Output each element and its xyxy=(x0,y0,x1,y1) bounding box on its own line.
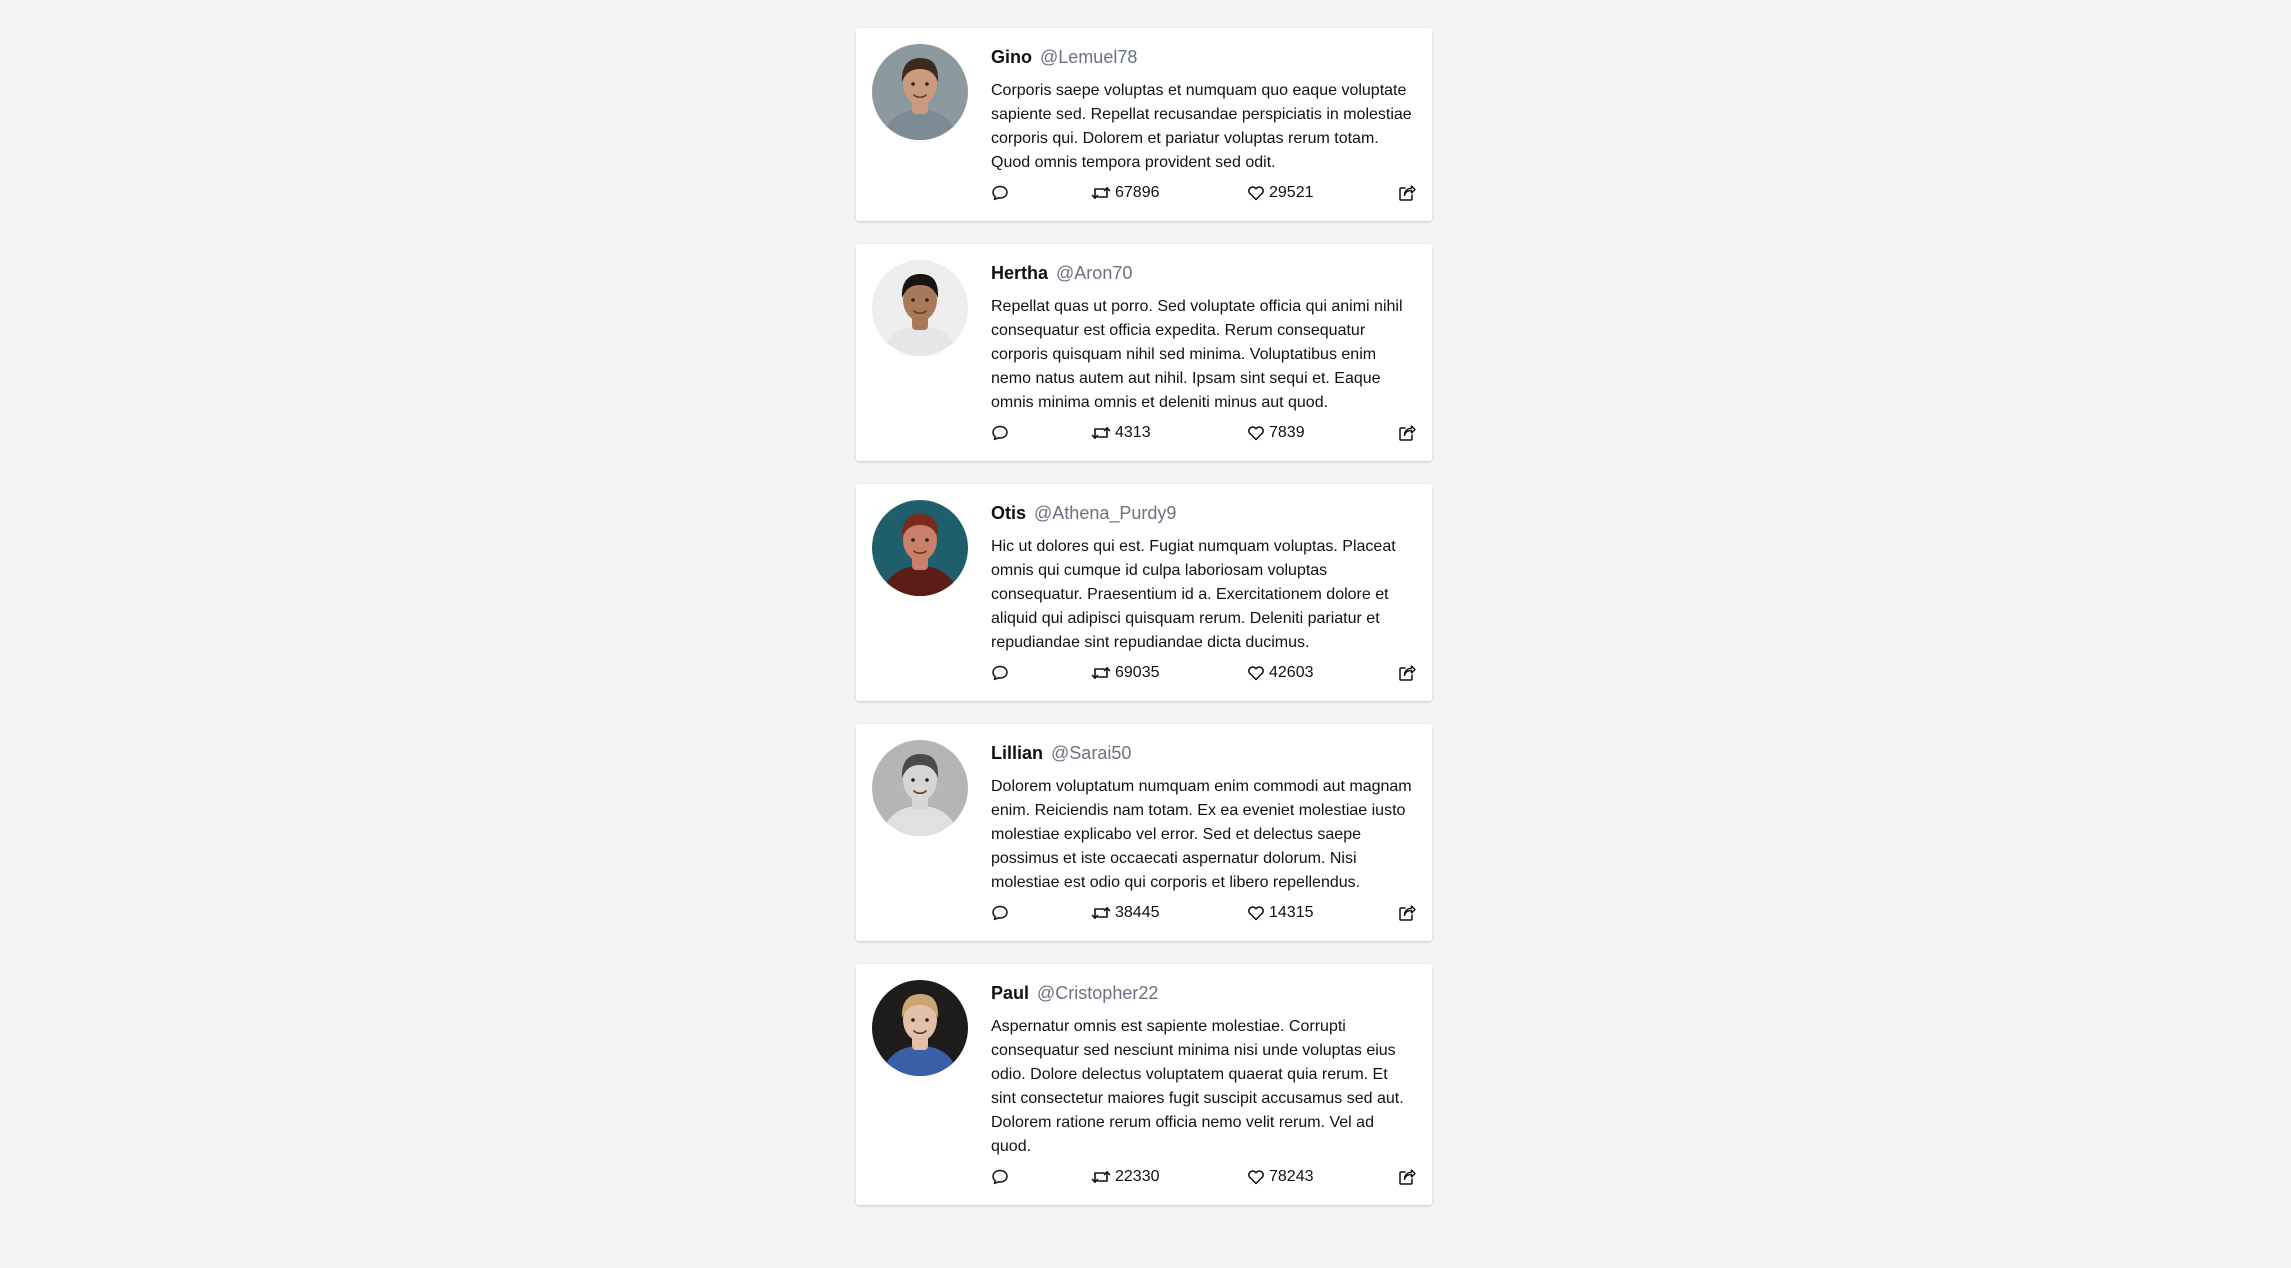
author-name[interactable]: Paul xyxy=(991,983,1029,1003)
retweet-icon xyxy=(1091,667,1111,679)
comment-button[interactable] xyxy=(991,181,1009,205)
retweet-count: 38445 xyxy=(1115,904,1160,921)
tweet-header: Hertha @Aron70 xyxy=(991,261,1416,285)
tweet-header: Otis @Athena_Purdy9 xyxy=(991,501,1416,525)
comment-icon xyxy=(992,665,1008,681)
share-icon xyxy=(1399,425,1416,441)
retweet-button[interactable]: 4313 xyxy=(1091,421,1151,445)
comment-icon xyxy=(992,185,1008,201)
retweet-count: 67896 xyxy=(1115,184,1160,201)
avatar[interactable] xyxy=(872,44,968,140)
retweet-button[interactable]: 38445 xyxy=(1091,901,1160,925)
avatar[interactable] xyxy=(872,980,968,1076)
like-count: 7839 xyxy=(1269,424,1305,441)
tweet-text: Aspernatur omnis est sapiente molestiae.… xyxy=(991,1018,1404,1155)
retweet-icon xyxy=(1091,187,1111,199)
like-button[interactable]: 7839 xyxy=(1247,421,1305,445)
tweet-header: Paul @Cristopher22 xyxy=(991,981,1416,1005)
like-count: 29521 xyxy=(1269,184,1314,201)
tweet-card: Paul @Cristopher22 Aspernatur omnis est … xyxy=(856,964,1432,1205)
author-handle[interactable]: @Lemuel78 xyxy=(1040,47,1137,67)
avatar-image xyxy=(872,44,968,140)
author-handle[interactable]: @Athena_Purdy9 xyxy=(1034,503,1176,523)
comment-button[interactable] xyxy=(991,901,1009,925)
tweet-text: Hic ut dolores qui est. Fugiat numquam v… xyxy=(991,538,1396,651)
heart-icon xyxy=(1248,186,1264,201)
like-button[interactable]: 14315 xyxy=(1247,901,1314,925)
share-icon xyxy=(1399,185,1416,201)
like-button[interactable]: 42603 xyxy=(1247,661,1314,685)
retweet-count: 69035 xyxy=(1115,664,1160,681)
author-handle[interactable]: @Sarai50 xyxy=(1051,743,1131,763)
share-icon xyxy=(1399,665,1416,681)
author-handle[interactable]: @Cristopher22 xyxy=(1037,983,1158,1003)
share-button[interactable] xyxy=(1398,1165,1416,1189)
tweet-text: Dolorem voluptatum numquam enim commodi … xyxy=(991,778,1412,891)
comment-button[interactable] xyxy=(991,661,1009,685)
comment-icon xyxy=(992,1169,1008,1185)
comment-icon xyxy=(992,425,1008,441)
share-button[interactable] xyxy=(1398,181,1416,205)
tweet-feed: Gino @Lemuel78 Corporis saepe voluptas e… xyxy=(856,28,1432,1228)
author-handle[interactable]: @Aron70 xyxy=(1056,263,1132,283)
tweet-card: Gino @Lemuel78 Corporis saepe voluptas e… xyxy=(856,28,1432,221)
heart-icon xyxy=(1248,426,1264,441)
avatar-image xyxy=(872,260,968,356)
retweet-icon xyxy=(1091,1171,1111,1183)
retweet-icon xyxy=(1091,427,1111,439)
avatar[interactable] xyxy=(872,500,968,596)
avatar[interactable] xyxy=(872,740,968,836)
heart-icon xyxy=(1248,666,1264,681)
avatar-image xyxy=(872,980,968,1076)
author-name[interactable]: Lillian xyxy=(991,743,1043,763)
tweet-actions: 69035 42603 xyxy=(991,661,1416,685)
retweet-icon xyxy=(1091,907,1111,919)
tweet-card: Hertha @Aron70 Repellat quas ut porro. S… xyxy=(856,244,1432,461)
share-icon xyxy=(1399,905,1416,921)
avatar-image xyxy=(872,500,968,596)
tweet-header: Lillian @Sarai50 xyxy=(991,741,1416,765)
avatar-image xyxy=(872,740,968,836)
tweet-actions: 22330 78243 xyxy=(991,1165,1416,1189)
tweet-card: Otis @Athena_Purdy9 Hic ut dolores qui e… xyxy=(856,484,1432,701)
tweet-actions: 38445 14315 xyxy=(991,901,1416,925)
like-count: 42603 xyxy=(1269,664,1314,681)
retweet-button[interactable]: 67896 xyxy=(1091,181,1160,205)
comment-icon xyxy=(992,905,1008,921)
heart-icon xyxy=(1248,1170,1264,1185)
tweet-actions: 4313 7839 xyxy=(991,421,1416,445)
author-name[interactable]: Gino xyxy=(991,47,1032,67)
tweet-text: Repellat quas ut porro. Sed voluptate of… xyxy=(991,298,1403,411)
tweet-actions: 67896 29521 xyxy=(991,181,1416,205)
like-count: 78243 xyxy=(1269,1168,1314,1185)
comment-button[interactable] xyxy=(991,421,1009,445)
share-button[interactable] xyxy=(1398,421,1416,445)
avatar[interactable] xyxy=(872,260,968,356)
author-name[interactable]: Hertha xyxy=(991,263,1048,283)
heart-icon xyxy=(1248,906,1264,921)
share-button[interactable] xyxy=(1398,901,1416,925)
tweet-header: Gino @Lemuel78 xyxy=(991,45,1416,69)
author-name[interactable]: Otis xyxy=(991,503,1026,523)
share-icon xyxy=(1399,1169,1416,1185)
comment-button[interactable] xyxy=(991,1165,1009,1189)
like-button[interactable]: 29521 xyxy=(1247,181,1314,205)
retweet-count: 4313 xyxy=(1115,424,1151,441)
retweet-count: 22330 xyxy=(1115,1168,1160,1185)
tweet-text: Corporis saepe voluptas et numquam quo e… xyxy=(991,82,1412,171)
retweet-button[interactable]: 69035 xyxy=(1091,661,1160,685)
retweet-button[interactable]: 22330 xyxy=(1091,1165,1160,1189)
like-button[interactable]: 78243 xyxy=(1247,1165,1314,1189)
tweet-card: Lillian @Sarai50 Dolorem voluptatum numq… xyxy=(856,724,1432,941)
like-count: 14315 xyxy=(1269,904,1314,921)
share-button[interactable] xyxy=(1398,661,1416,685)
